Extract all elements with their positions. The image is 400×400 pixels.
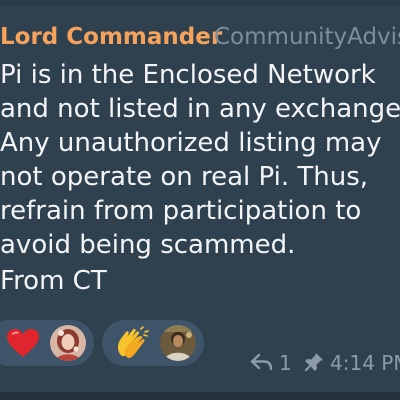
bottom-divider bbox=[0, 392, 400, 400]
avatar-image bbox=[50, 325, 86, 361]
reaction-clap-button[interactable] bbox=[102, 320, 204, 366]
message-text-line: not operate on real Pi. Thus, bbox=[0, 162, 369, 192]
message-text-line: From CT bbox=[0, 266, 107, 296]
chat-screen: Lord Commander CommunityAdviso Pi is in … bbox=[0, 0, 400, 400]
sender-role: CommunityAdviso bbox=[214, 24, 400, 50]
sender-name[interactable]: Lord Commander bbox=[0, 20, 222, 54]
message-text-line: and not listed in any exchange. bbox=[0, 94, 400, 124]
message-time: 4:14 PM bbox=[330, 351, 400, 375]
message-text-line: Any unauthorized listing may bbox=[0, 128, 382, 158]
reactor-avatar[interactable] bbox=[160, 325, 196, 361]
reactor-avatar[interactable] bbox=[50, 325, 86, 361]
clapping-hands-icon bbox=[117, 326, 149, 359]
message-text-line: Pi is in the Enclosed Network bbox=[0, 60, 376, 90]
pin-icon bbox=[304, 353, 323, 372]
message-header: Lord Commander CommunityAdviso bbox=[0, 20, 400, 54]
reply-count[interactable]: 1 bbox=[279, 347, 292, 379]
reply-arrow-icon[interactable] bbox=[250, 352, 274, 372]
heart-icon bbox=[7, 329, 39, 357]
reaction-heart-button[interactable] bbox=[0, 320, 94, 366]
message-text-line: avoid being scammed. bbox=[0, 230, 296, 260]
message-text-line: refrain from participation to bbox=[0, 196, 362, 226]
avatar-image bbox=[160, 325, 196, 361]
